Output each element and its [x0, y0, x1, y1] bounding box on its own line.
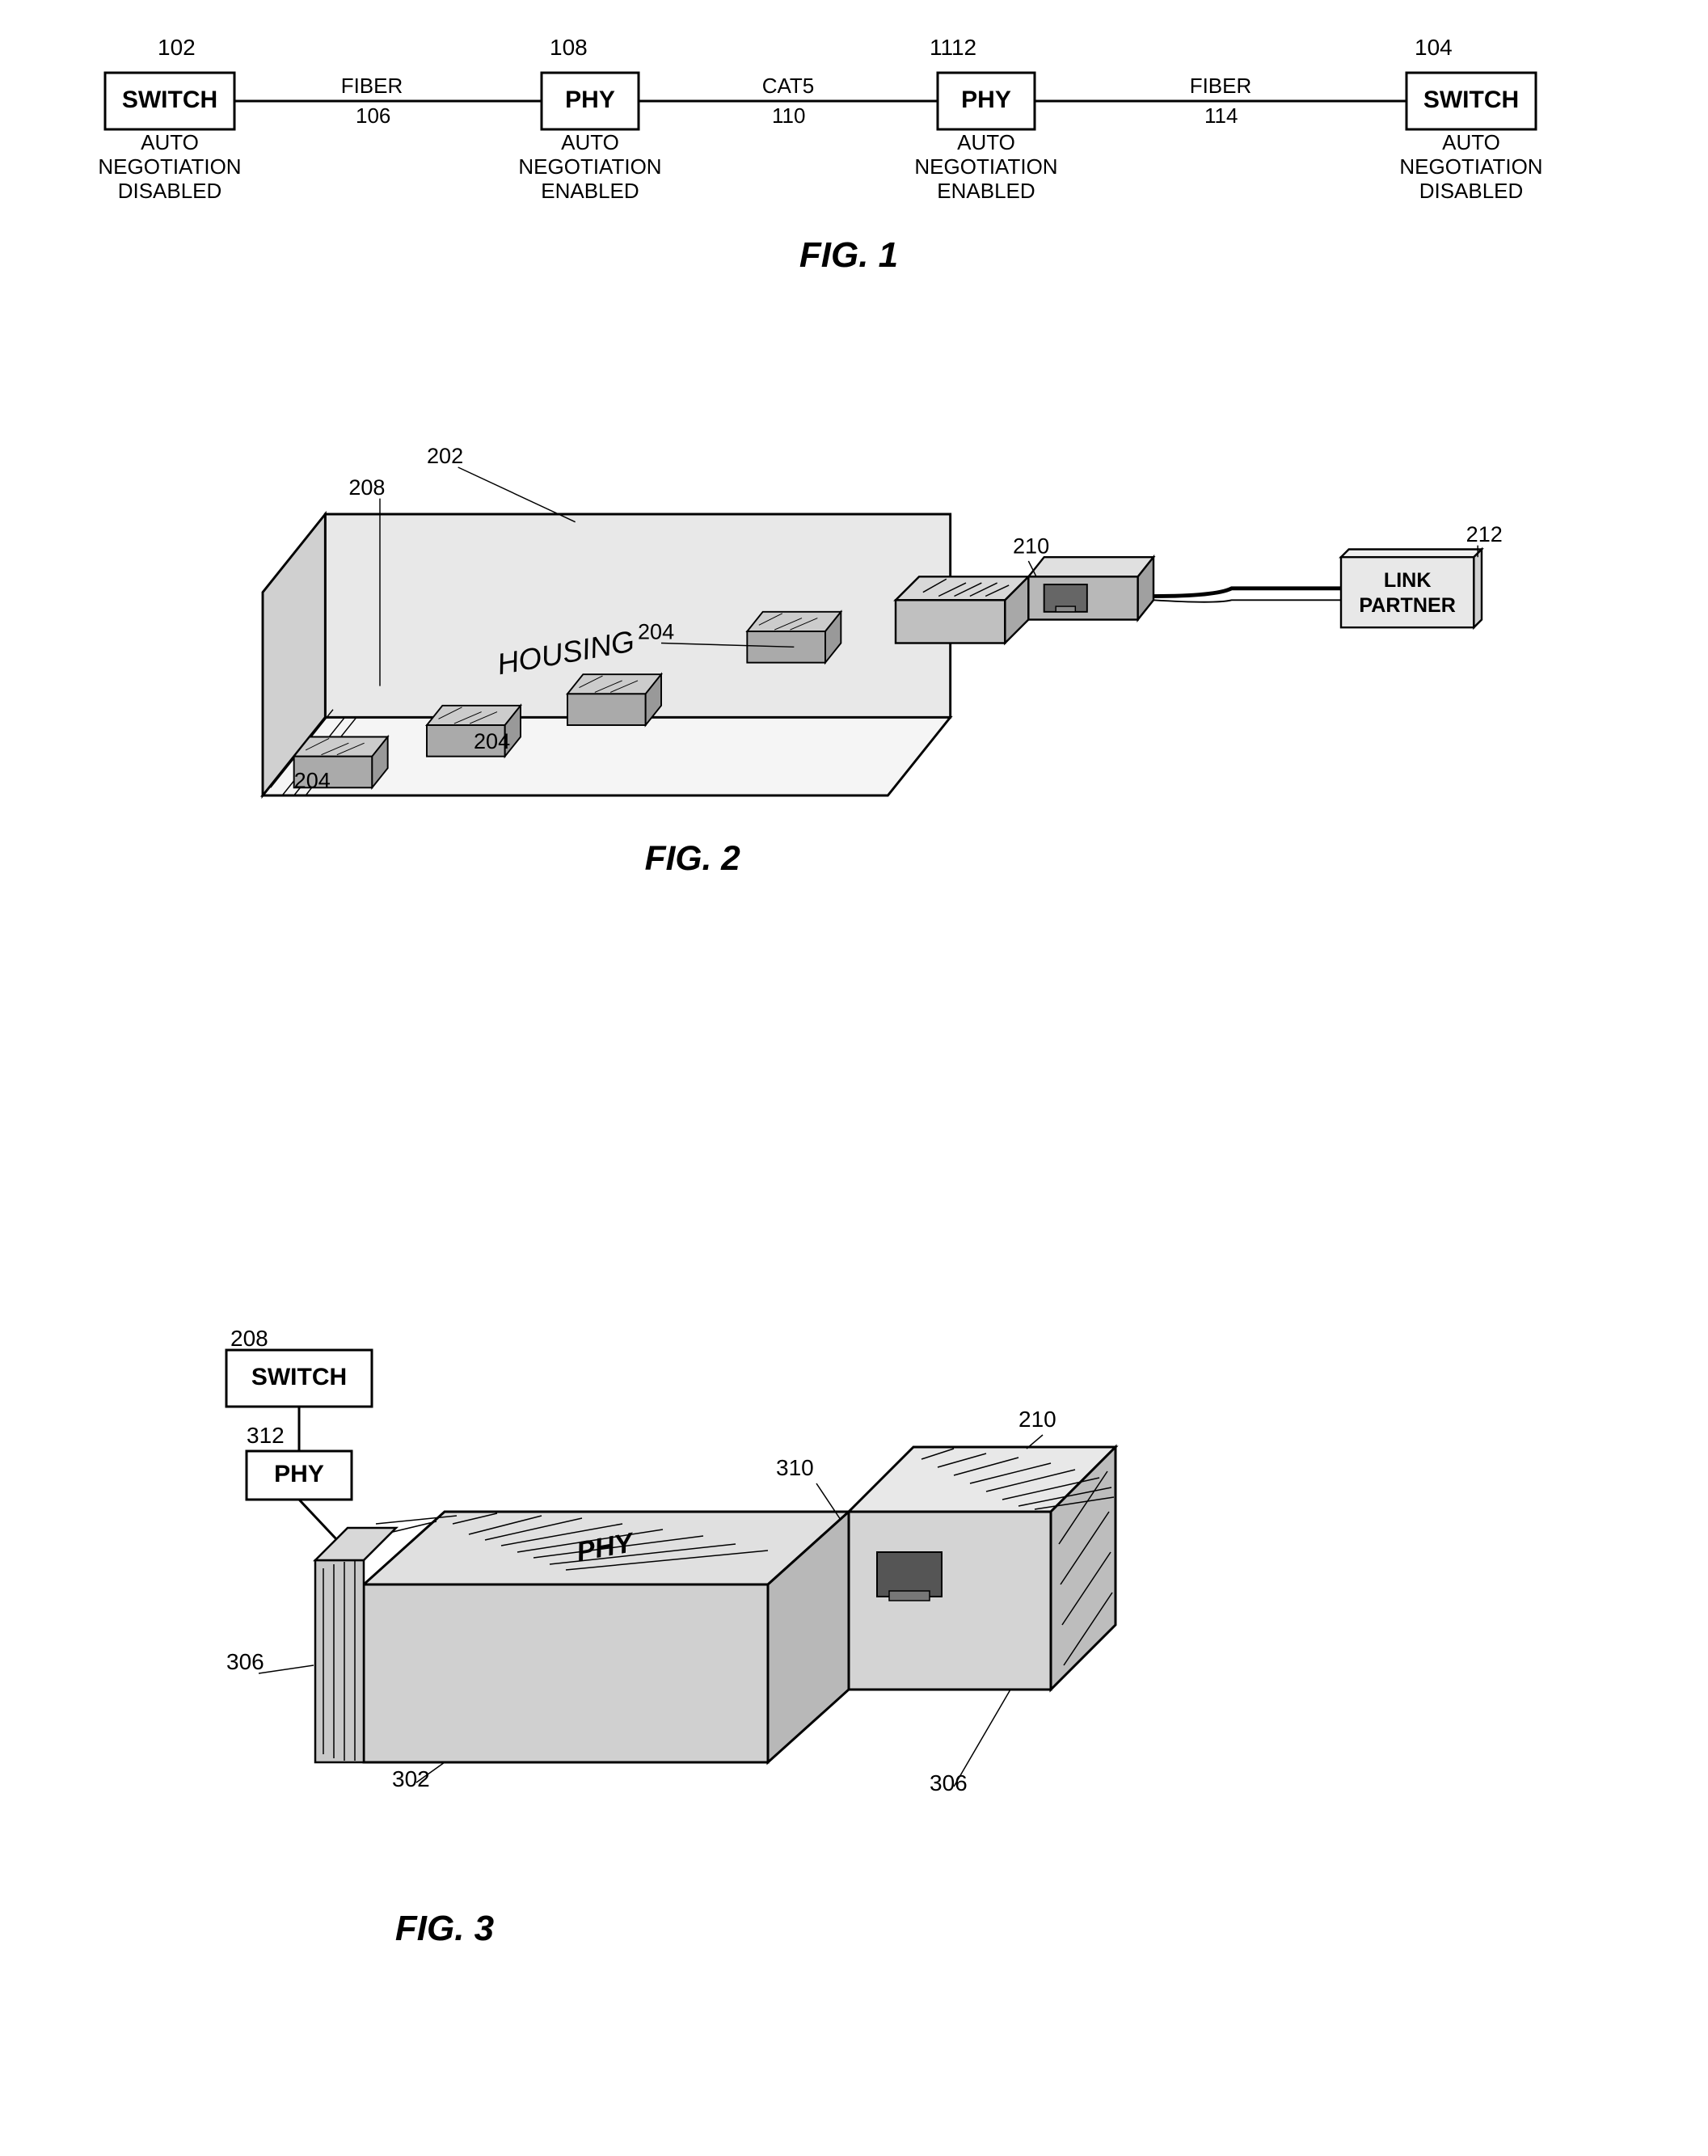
- fig1-phy1-desc1: AUTO: [561, 130, 619, 154]
- fig3-ref-310: 310: [776, 1455, 814, 1480]
- fig1-switch2-desc3: DISABLED: [1419, 179, 1524, 203]
- fig1-label-114: 114: [1204, 103, 1238, 128]
- fig2-ref-210: 210: [1013, 534, 1049, 558]
- fig1-label-102: 102: [158, 35, 196, 60]
- fig1-fiber2-label: FIBER: [1190, 74, 1252, 98]
- fig1-switch1-label: SWITCH: [122, 86, 217, 113]
- fig2-linkpartner-side: [1474, 550, 1482, 628]
- fig1-cat5-label: CAT5: [762, 74, 815, 98]
- fig2-cable-outline: [1153, 600, 1341, 601]
- page: 102 108 1112 104 SWITCH FIBER 106 PHY CA…: [0, 0, 1708, 2156]
- fig1-label-104: 104: [1415, 35, 1453, 60]
- fig2-ref-212: 212: [1466, 522, 1503, 546]
- fig1-switch1-desc1: AUTO: [141, 130, 199, 154]
- fig3-title: FIG. 3: [395, 1909, 494, 1948]
- fig1-label-106: 106: [356, 103, 390, 128]
- fig3-ref-302: 302: [392, 1766, 430, 1791]
- fig3-right-conn-front: [849, 1512, 1051, 1690]
- fig3-arrow-306a: [259, 1665, 314, 1673]
- fig1-switch1-desc3: DISABLED: [118, 179, 222, 203]
- fig2-linkpartner-top: [1341, 550, 1482, 558]
- fig2-transceiver-front: [896, 600, 1005, 643]
- fig1-label-108: 108: [550, 35, 588, 60]
- fig1-switch2-desc1: AUTO: [1442, 130, 1500, 154]
- fig2-linkpartner-label1: LINK: [1384, 569, 1432, 592]
- fig3-left-conn-face: [315, 1560, 364, 1762]
- fig2-linkpartner-front: [1341, 557, 1474, 627]
- fig2-ref-202: 202: [427, 444, 463, 468]
- fig3-left-conn-top: [315, 1528, 396, 1560]
- fig3-switch-label: SWITCH: [251, 1364, 347, 1390]
- fig2-phy-chip3-front: [567, 694, 646, 725]
- fig2-linkpartner-label2: PARTNER: [1359, 594, 1456, 617]
- fig3-ref-210: 210: [1018, 1407, 1056, 1432]
- fig1-phy2-label: PHY: [961, 86, 1011, 113]
- fig2-ref-204c: 204: [294, 768, 331, 792]
- fig3-rj45-latch: [889, 1591, 930, 1601]
- fig1-switch1-desc2: NEGOTIATION: [98, 154, 241, 179]
- fig1-phy2-desc3: ENABLED: [937, 179, 1035, 203]
- fig1-phy1-desc2: NEGOTIATION: [518, 154, 661, 179]
- fig2-diagram: HOUSING: [162, 420, 1536, 889]
- fig3-ref-208: 208: [230, 1326, 268, 1351]
- fig1-fiber1-label: FIBER: [341, 74, 403, 98]
- fig1-container: 102 108 1112 104 SWITCH FIBER 106 PHY CA…: [48, 32, 1649, 291]
- fig2-ref-204a: 204: [638, 620, 674, 644]
- fig1-switch2-desc2: NEGOTIATION: [1399, 154, 1542, 179]
- fig2-title: FIG. 2: [645, 839, 740, 878]
- fig1-label-110: 110: [772, 103, 805, 128]
- fig2-connector-top: [1028, 557, 1153, 576]
- fig2-container: HOUSING: [48, 420, 1649, 889]
- fig1-switch2-label: SWITCH: [1423, 86, 1519, 113]
- fig2-cable: [1153, 589, 1341, 597]
- fig3-arrow-306b: [954, 1690, 1010, 1787]
- fig1-title: FIG. 1: [799, 235, 898, 275]
- fig1-label-112: 1112: [930, 35, 976, 60]
- fig1-phy2-desc1: AUTO: [957, 130, 1015, 154]
- fig1-phy1-desc3: ENABLED: [541, 179, 639, 203]
- fig1-phy1-label: PHY: [565, 86, 615, 113]
- fig1-phy2-desc2: NEGOTIATION: [914, 154, 1057, 179]
- fig2-rj45-latch: [1056, 606, 1075, 612]
- fig3-rj45-opening: [877, 1552, 942, 1597]
- fig1-diagram: 102 108 1112 104 SWITCH FIBER 106 PHY CA…: [81, 32, 1617, 291]
- fig2-ref-208: 208: [348, 475, 385, 500]
- fig3-ref-312: 312: [247, 1423, 285, 1448]
- fig2-ref-204b: 204: [474, 729, 510, 753]
- fig3-phy-small-label: PHY: [274, 1461, 324, 1487]
- fig3-module-front: [364, 1584, 768, 1762]
- fig3-container: SWITCH PHY: [48, 1293, 1649, 2021]
- fig3-diagram: SWITCH PHY: [202, 1293, 1495, 2021]
- fig3-ref-306a: 306: [226, 1649, 264, 1674]
